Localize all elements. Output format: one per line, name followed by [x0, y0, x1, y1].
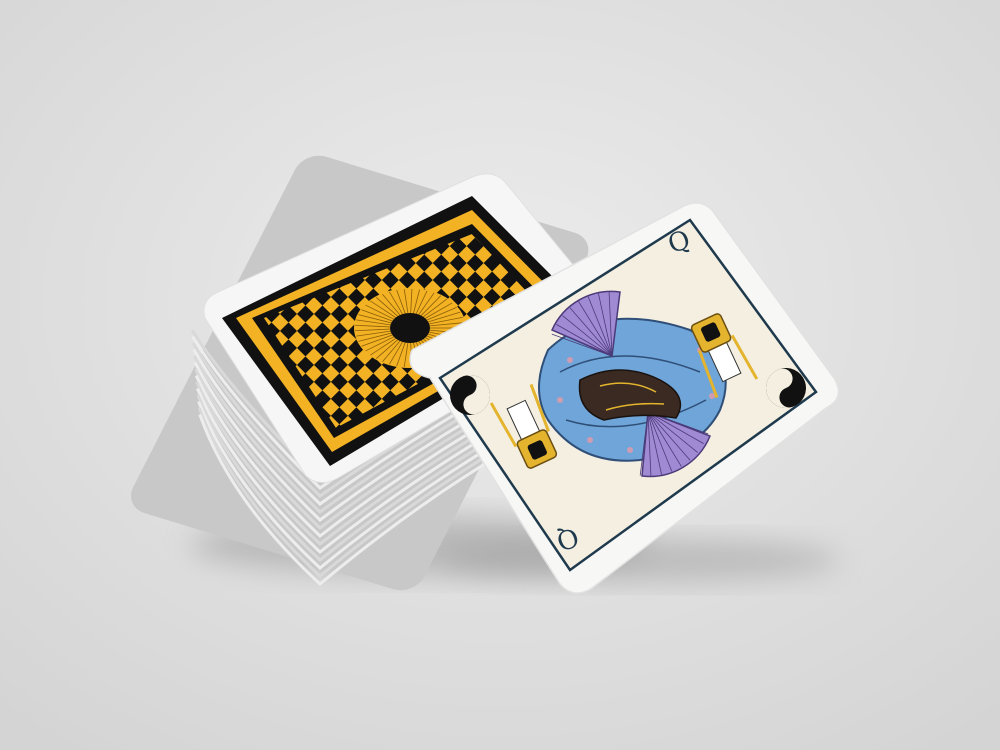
- product-mockup-scene: Q Q: [0, 0, 1000, 750]
